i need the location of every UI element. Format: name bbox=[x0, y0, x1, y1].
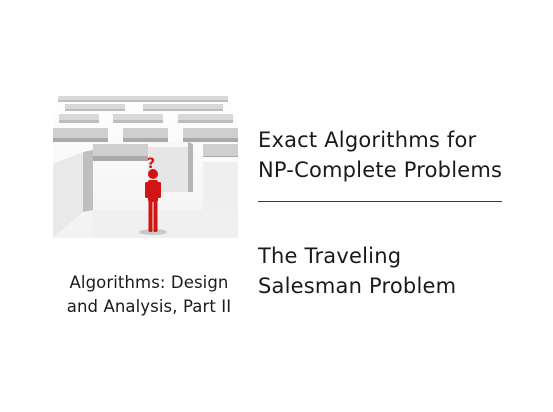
title-line-1: Exact Algorithms for bbox=[258, 128, 477, 152]
title-line-2: NP-Complete Problems bbox=[258, 158, 503, 182]
title-divider bbox=[258, 201, 502, 202]
subtitle-line-2: Salesman Problem bbox=[258, 274, 457, 298]
maze-image: ? bbox=[53, 92, 238, 238]
course-name: Algorithms: Design and Analysis, Part II bbox=[40, 271, 258, 319]
question-mark: ? bbox=[147, 156, 155, 172]
course-line-2: and Analysis, Part II bbox=[66, 297, 232, 316]
course-line-1: Algorithms: Design bbox=[69, 273, 229, 292]
slide-subtitle: The Traveling Salesman Problem bbox=[258, 241, 508, 301]
slide-title: Exact Algorithms for NP-Complete Problem… bbox=[258, 125, 508, 185]
subtitle-line-1: The Traveling bbox=[258, 244, 402, 268]
